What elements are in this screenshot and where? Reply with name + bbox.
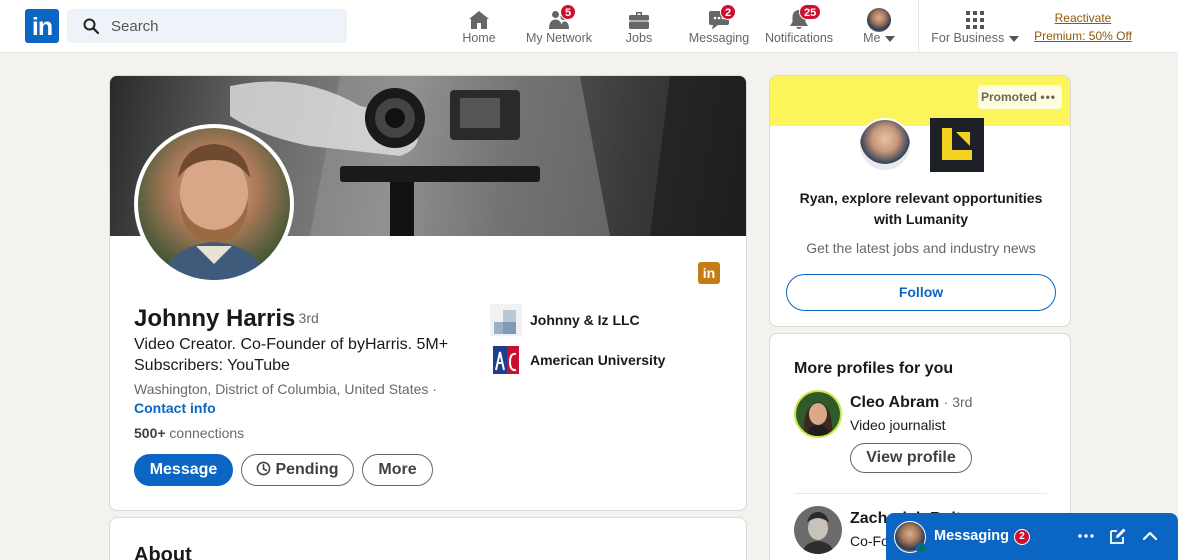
connections-number: 500+	[134, 425, 166, 441]
pending-label: Pending	[275, 461, 339, 478]
contact-info-link[interactable]: Contact info	[134, 400, 216, 416]
nav-my-network[interactable]: 5 My Network	[522, 4, 596, 48]
nav-label: Notifications	[764, 31, 834, 45]
me-avatar	[867, 8, 891, 32]
search-input[interactable]	[111, 9, 341, 43]
grid-icon	[966, 11, 984, 29]
nav-label: My Network	[526, 31, 592, 45]
chevron-up-icon[interactable]	[1140, 526, 1160, 546]
nav-notifications[interactable]: 25 Notifications	[761, 4, 837, 48]
notification-badge: 25	[799, 4, 822, 20]
profile-headline: Video Creator. Co-Founder of byHarris. 5…	[134, 336, 449, 374]
search-icon	[83, 18, 99, 34]
profile-photo[interactable]	[134, 124, 294, 284]
avatar[interactable]	[794, 506, 842, 554]
more-profiles-heading: More profiles for you	[794, 360, 954, 377]
messaging-label: Messaging	[934, 528, 1009, 544]
unread-badge: 2	[1014, 529, 1030, 545]
more-button[interactable]: More	[362, 454, 433, 486]
messaging-overlay[interactable]: Messaging 2	[886, 513, 1178, 560]
nav-jobs[interactable]: Jobs	[618, 6, 660, 48]
linkedin-member-badge: in	[698, 262, 720, 284]
chevron-down-icon	[1008, 35, 1019, 42]
home-icon	[469, 11, 489, 29]
chevron-down-icon	[884, 35, 895, 42]
linkedin-logo[interactable]: in	[25, 9, 59, 43]
divider	[794, 493, 1047, 494]
avatar[interactable]	[794, 390, 842, 438]
company-name: Johnny & Iz LLC	[530, 312, 640, 328]
nav-home[interactable]: Home	[455, 6, 503, 48]
profile-card: in Johnny Harris · 3rd Video Creator. Co…	[109, 75, 747, 511]
profile-location: Washington, District of Columbia, United…	[134, 381, 437, 397]
connections-label: connections	[165, 425, 245, 441]
notification-badge: 2	[720, 4, 737, 20]
online-status-indicator	[916, 543, 927, 554]
follow-button[interactable]: Follow	[786, 274, 1056, 311]
notification-badge: 5	[560, 4, 577, 20]
more-options-icon[interactable]	[1076, 526, 1096, 546]
nav-messaging[interactable]: 2 Messaging	[686, 4, 752, 48]
ad-subtitle: Get the latest jobs and industry news	[806, 240, 1036, 256]
nav-label: For Business	[928, 31, 1022, 45]
person-headline: Video journalist	[850, 417, 946, 433]
avatar-image	[796, 392, 840, 436]
top-nav: in Home 5 My Network Jobs	[0, 0, 1178, 53]
about-card: About	[109, 517, 747, 560]
search-bar[interactable]	[67, 9, 347, 43]
company-logo[interactable]	[930, 118, 984, 172]
user-avatar	[858, 118, 912, 172]
ad-headline: Ryan, explore relevant opportunities wit…	[799, 190, 1043, 227]
avatar-image	[794, 506, 842, 554]
clock-icon	[257, 461, 271, 476]
school-name: American University	[530, 352, 666, 368]
person-name-text: Cleo Abram	[850, 394, 940, 411]
briefcase-icon	[629, 12, 649, 29]
connection-degree: · 3rd	[943, 394, 973, 410]
premium-line-2: Premium: 50% Off	[1034, 29, 1132, 43]
promoted-text: Promoted	[981, 90, 1038, 104]
about-heading: About	[134, 544, 192, 560]
profile-name: Johnny Harris	[134, 305, 296, 332]
view-profile-button[interactable]: View profile	[850, 443, 972, 473]
profile-photo-image	[162, 144, 266, 280]
school-logo	[490, 344, 522, 376]
ad-options-icon[interactable]: •••	[1040, 85, 1056, 109]
premium-line-1: Reactivate	[1054, 11, 1112, 25]
promoted-label: Promoted •••	[978, 85, 1062, 109]
nav-label: Home	[462, 31, 496, 45]
connection-degree: · 3rd	[290, 310, 319, 326]
pending-button[interactable]: Pending	[241, 454, 354, 486]
nav-me[interactable]: Me	[858, 6, 900, 48]
person-name[interactable]: Cleo Abram · 3rd	[850, 394, 972, 412]
lumanity-logo-icon	[942, 128, 972, 160]
nav-label: Me	[858, 31, 900, 45]
compose-icon[interactable]	[1108, 526, 1128, 546]
nav-for-business[interactable]: For Business	[928, 6, 1022, 48]
person-headline: Co-Fo	[850, 533, 889, 549]
company-logo	[490, 304, 522, 336]
nav-label: Messaging	[688, 31, 750, 45]
nav-divider	[918, 0, 919, 53]
premium-link[interactable]: Reactivate Premium: 50% Off	[1024, 9, 1142, 45]
nav-label: Jobs	[625, 31, 653, 45]
message-button[interactable]: Message	[134, 454, 233, 486]
promoted-ad-card: Promoted ••• Ryan, explore relevant oppo…	[769, 75, 1071, 327]
connections-count: 500+ connections	[134, 425, 244, 441]
